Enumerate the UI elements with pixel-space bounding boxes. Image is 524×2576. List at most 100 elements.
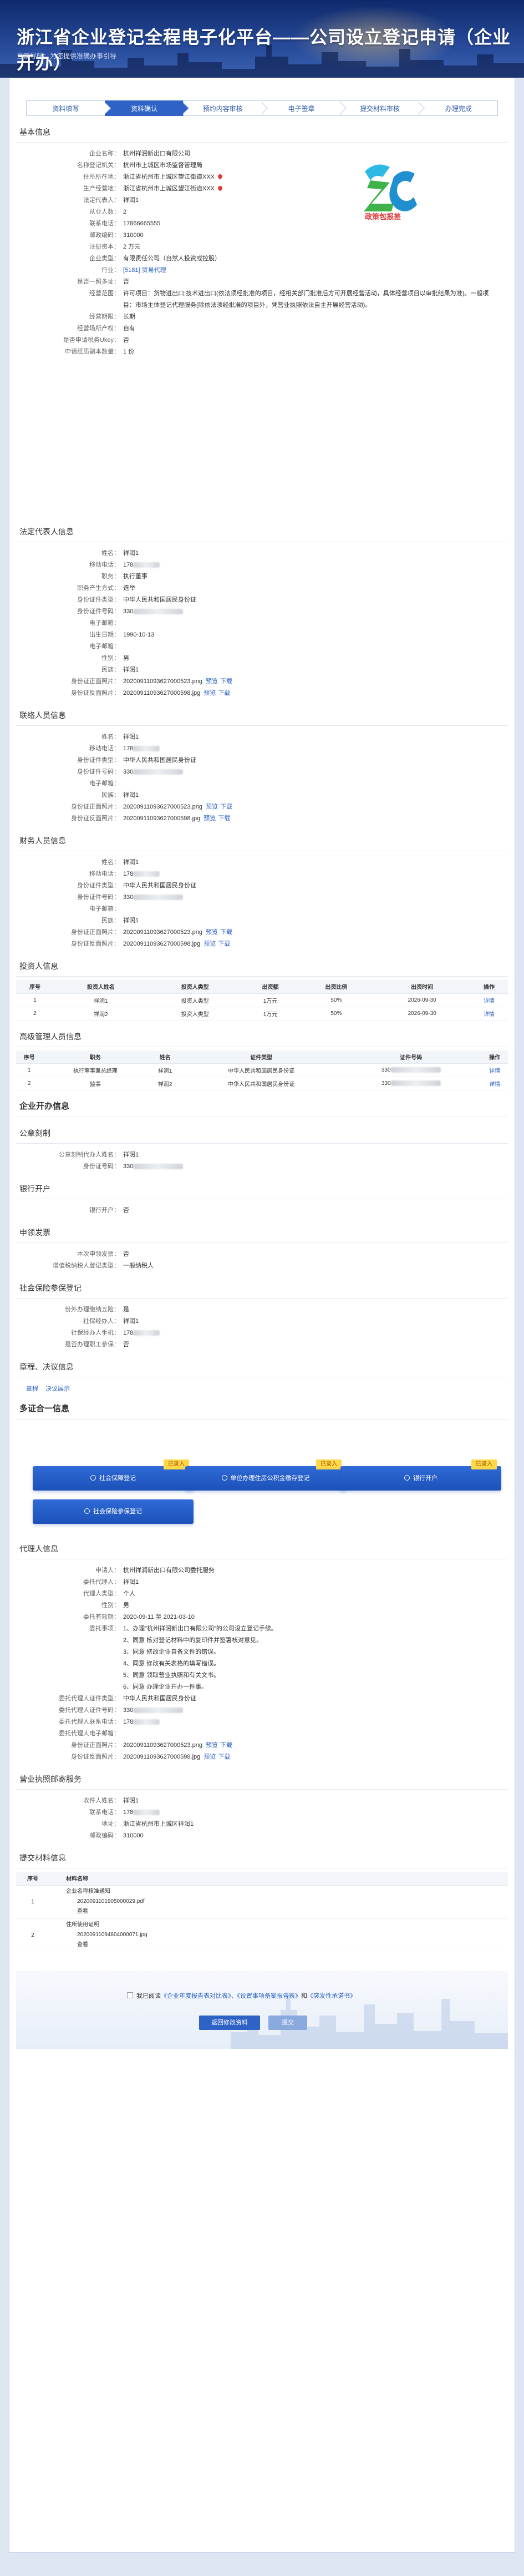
info-row: 身份证正面照片： 20200911093627000523.png 预览 下载	[9, 801, 515, 813]
info-row: 身份证件号码： 330	[9, 892, 515, 903]
info-row: 身份证反面照片： 20200911093627000598.jpg 预览 下载	[9, 938, 515, 950]
preview-link[interactable]: 预览	[206, 804, 218, 810]
field-value-text: 1 份	[123, 348, 135, 355]
redacted-mask	[390, 1080, 441, 1087]
page-header: 浙江省企业登记全程电子化平台——公司设立登记申请（企业开办） 当前导航：为您提供…	[0, 0, 524, 78]
submit-button[interactable]: 提交	[268, 2015, 307, 2030]
info-row: 代理人类型： 个人	[9, 1588, 515, 1600]
table-cell[interactable]: 详情	[470, 993, 508, 1007]
table-cell: 330	[340, 1077, 482, 1090]
cell-text: 投资人类型	[181, 998, 209, 1004]
doc-link-2[interactable]: 《设置事项备案报告表》	[237, 1993, 302, 1999]
bank-account-button[interactable]: 已录入 银行开户	[340, 1459, 501, 1491]
info-row: 姓名： 祥润1	[9, 731, 515, 743]
material-file-link[interactable]: 20200911094804000071.jpg	[66, 1930, 508, 1940]
cell-text: 2	[33, 1010, 37, 1017]
preview-link[interactable]: 预览	[204, 690, 216, 696]
download-link[interactable]: 下载	[218, 1754, 230, 1760]
preview-link[interactable]: 预览	[204, 1754, 216, 1760]
entrust-items: 1、办理"杭州祥润新出口有限公司"的公司设立登记手续。 2、同意 核对登记材料中的…	[123, 1623, 515, 1693]
multi-cert-section: 多证合一信息 已录入 社会保障登记 已录入 单位办理住房公积金缴存登记 已录入 …	[9, 1398, 515, 1538]
step-confirm[interactable]: 资料确认	[104, 100, 190, 116]
field-value-text: 祥润1	[123, 859, 139, 866]
step-review[interactable]: 预约内容审核	[183, 100, 268, 116]
field-label: 银行开户：	[89, 1207, 120, 1214]
info-row: 身份证正面照片： 20200911093627000523.png 预览 下载	[9, 927, 515, 938]
column-header: 操作	[481, 1050, 508, 1064]
social-insurance-button[interactable]: 社会保险参保登记	[33, 1499, 194, 1524]
social-security-button[interactable]: 已录入 社会保障登记	[33, 1459, 194, 1491]
download-link[interactable]: 下载	[220, 1742, 232, 1749]
map-pin-icon[interactable]	[217, 185, 223, 191]
step-material-review[interactable]: 提交材料审核	[340, 100, 425, 116]
detail-link[interactable]: 详情	[489, 1082, 500, 1088]
field-value	[123, 1728, 515, 1740]
charter-link[interactable]: 章程	[26, 1384, 38, 1393]
section-title: 联络人员信息	[16, 705, 508, 726]
field-value-text: 祥润1	[123, 197, 139, 204]
step-fill[interactable]: 资料填写	[26, 100, 111, 116]
doc-link-1[interactable]: 《企业年度报告表对比表》	[161, 1993, 231, 1999]
table-cell: 50%	[298, 1007, 374, 1021]
column-header: 序号	[16, 980, 54, 994]
resolution-link[interactable]: 决议展示	[45, 1384, 70, 1393]
field-label: 委托代理人证件类型：	[59, 1695, 120, 1702]
detail-link[interactable]: 详情	[484, 998, 495, 1004]
back-modify-button[interactable]: 返回修改资料	[199, 2015, 260, 2030]
table-row: 2 祥润2 投资人类型 1万元 50% 2026-09-30 详情	[16, 1007, 508, 1021]
field-value-text: 2	[123, 209, 127, 215]
table-header-row: 序号 投资人姓名 投资人类型 出资额 出资比例 出资时间 操作	[16, 980, 508, 994]
material-file-link[interactable]: 2020091101905000029.pdf	[66, 1897, 508, 1907]
column-header: 职务	[42, 1050, 149, 1064]
field-value: 中华人民共和国居民身份证	[123, 1693, 515, 1705]
download-link[interactable]: 下载	[220, 929, 232, 936]
view-link[interactable]: 查看	[66, 1907, 508, 1917]
field-value-text: 1990-10-13	[123, 632, 155, 638]
step-esign[interactable]: 电子签章	[262, 100, 347, 116]
field-value: 杭州祥润新出口有限公司委托服务	[123, 1565, 515, 1577]
field-value: 1 份	[123, 346, 515, 358]
map-pin-icon[interactable]	[217, 173, 223, 180]
download-link[interactable]: 下载	[218, 690, 230, 696]
field-value: 20200911093627000523.png 预览 下载	[123, 927, 515, 938]
housing-fund-button[interactable]: 已录入 单位办理住房公积金缴存登记	[185, 1459, 346, 1491]
field-label: 申请纸质副本数量：	[65, 348, 120, 355]
legal-rep-rows: 姓名： 祥润1 移动电话： 178 职务： 执行董事 职务产生方式： 选举 身份证件类型： 中华人…	[9, 542, 515, 699]
section-title: 提交材料信息	[16, 1847, 508, 1868]
doc-link-3[interactable]: 《突发性承诺书》	[307, 1993, 356, 1999]
table-cell[interactable]: 详情	[481, 1077, 508, 1090]
download-link[interactable]: 下载	[218, 941, 230, 947]
table-cell[interactable]: 详情	[481, 1063, 508, 1077]
agent-rows: 申请人： 杭州祥润新出口有限公司委托服务 委托代理人： 祥润1 代理人类型： 个人 性别：男…	[9, 1559, 515, 1623]
field-value-text: 中华人民共和国居民身份证	[123, 882, 196, 889]
field-value: 浙江省杭州市上城区祥润1	[123, 1819, 515, 1830]
step-complete[interactable]: 办理完成	[419, 100, 498, 116]
preview-link[interactable]: 预览	[206, 1742, 218, 1749]
preview-link[interactable]: 预览	[206, 929, 218, 936]
field-value-text: 许可项目：货物进出口;技术进出口(依法须经批准的项目，经相关部门批准后方可开展经…	[123, 290, 489, 309]
section-title: 高级管理人员信息	[16, 1026, 508, 1047]
field-label: 姓名：	[101, 550, 120, 557]
field-value: 178	[123, 868, 515, 880]
preview-link[interactable]: 预览	[204, 941, 216, 947]
download-link[interactable]: 下载	[220, 804, 232, 810]
view-link[interactable]: 查看	[66, 1940, 508, 1950]
field-value: 330	[123, 1705, 515, 1716]
detail-link[interactable]: 详情	[484, 1012, 495, 1018]
info-row: 姓名： 祥润1	[9, 857, 515, 868]
info-row: 法定代表人： 祥润1	[9, 195, 515, 206]
download-link[interactable]: 下载	[220, 678, 232, 685]
download-link[interactable]: 下载	[218, 815, 230, 822]
material-name: 企业名称核准通知	[66, 1888, 110, 1895]
column-header: 出资时间	[374, 980, 471, 994]
field-value-text: 2020-09-11 至 2021-03-10	[123, 1614, 195, 1620]
field-value-text: 2 万元	[123, 244, 141, 250]
detail-link[interactable]: 详情	[489, 1068, 500, 1074]
preview-link[interactable]: 预览	[204, 815, 216, 822]
preview-link[interactable]: 预览	[206, 678, 218, 685]
table-header-row: 序号 职务 姓名 证件类型 证件号码 操作	[16, 1050, 508, 1064]
agree-checkbox[interactable]	[127, 1992, 133, 1998]
table-cell[interactable]: 详情	[470, 1007, 508, 1021]
field-label: 性别：	[101, 655, 120, 661]
field-value: 否	[123, 1339, 515, 1351]
